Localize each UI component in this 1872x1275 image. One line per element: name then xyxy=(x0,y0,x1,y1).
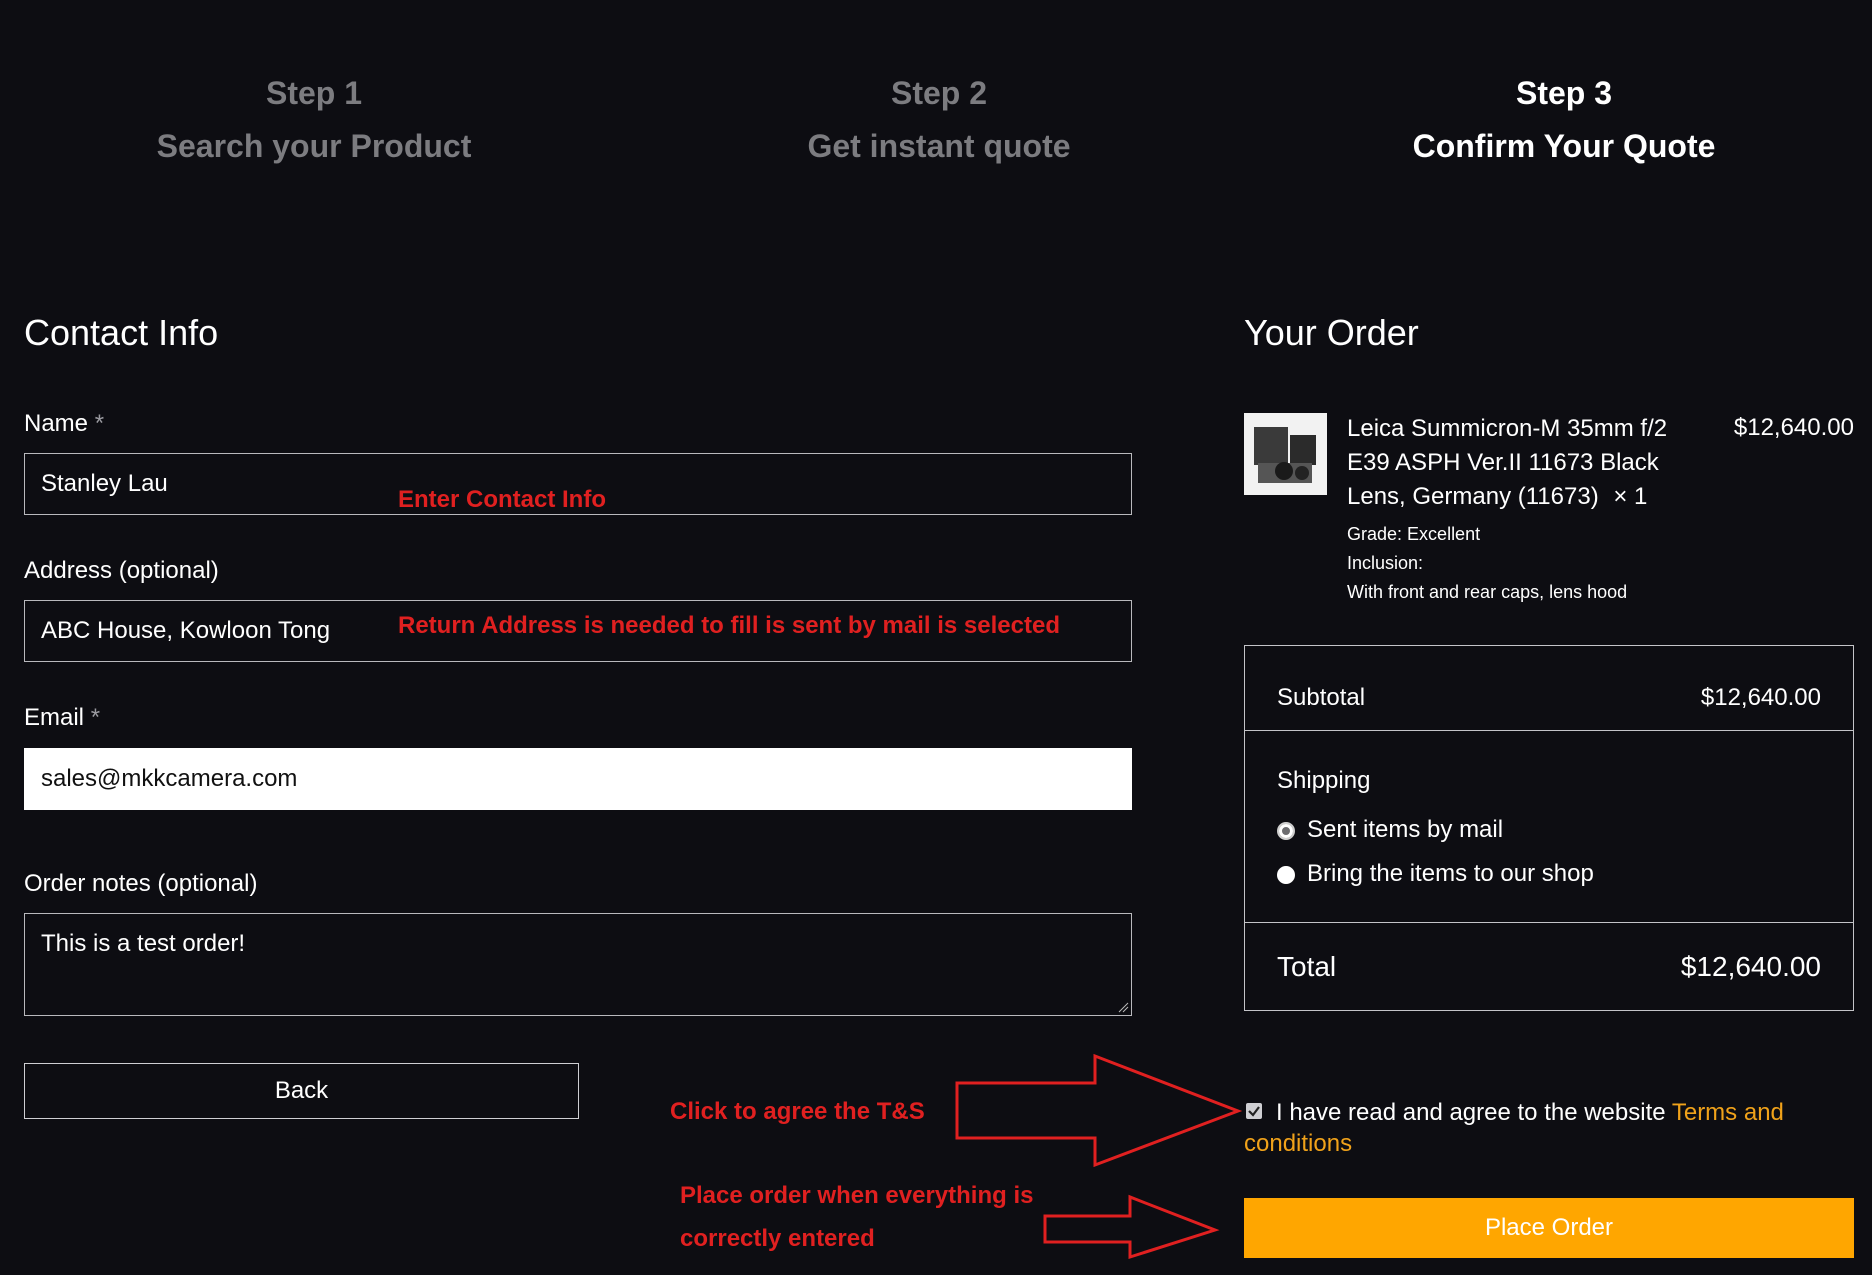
subtotal-label: Subtotal xyxy=(1277,684,1366,711)
terms-link[interactable]: Terms and xyxy=(1672,1099,1784,1126)
radio-sent-by-mail[interactable] xyxy=(1277,822,1295,840)
inclusion-value: With front and rear caps, lens hood xyxy=(1347,582,1628,602)
divider xyxy=(1245,922,1853,923)
your-order-heading: Your Order xyxy=(1244,312,1419,353)
check-icon xyxy=(1248,1106,1260,1117)
shipping-option-shop[interactable]: Bring the items to our shop xyxy=(1307,860,1594,888)
divider xyxy=(1245,730,1853,731)
annotation-arrows xyxy=(955,1053,1243,1260)
shipping-option-mail[interactable]: Sent items by mail xyxy=(1307,816,1503,844)
product-title[interactable]: Leica Summicron-M 35mm f/2 E39 ASPH Ver.… xyxy=(1347,412,1707,514)
total-label: Total xyxy=(1277,951,1337,982)
agree-text-label: I have read and agree to the website xyxy=(1276,1099,1666,1126)
arrow-to-checkbox-icon xyxy=(955,1053,1243,1168)
subtotal-value: $12,640.00 xyxy=(1700,684,1821,711)
product-image-icon xyxy=(1244,413,1327,495)
agree-text: I have read and agree to the website Ter… xyxy=(1276,1096,1784,1130)
terms-link-continued[interactable]: conditions xyxy=(1244,1130,1352,1158)
place-order-button[interactable]: Place Order xyxy=(1244,1198,1854,1258)
grade-label: Grade: xyxy=(1347,524,1403,544)
product-thumbnail xyxy=(1244,413,1327,495)
total-value: $12,640.00 xyxy=(1680,951,1821,982)
grade-row: Grade: Excellent xyxy=(1347,524,1480,545)
grade-value: Excellent xyxy=(1407,524,1481,544)
product-quantity: × 1 xyxy=(1613,483,1648,510)
inclusion-label: Inclusion: xyxy=(1347,553,1424,573)
arrow-to-place-order-icon xyxy=(1043,1194,1220,1260)
product-price: $12,640.00 xyxy=(1733,414,1854,441)
agree-checkbox[interactable] xyxy=(1246,1103,1262,1119)
order-totals-table: Subtotal $12,640.00 Shipping Sent items … xyxy=(1244,645,1854,1011)
radio-bring-to-shop[interactable] xyxy=(1277,866,1295,884)
shipping-label: Shipping xyxy=(1277,767,1371,794)
